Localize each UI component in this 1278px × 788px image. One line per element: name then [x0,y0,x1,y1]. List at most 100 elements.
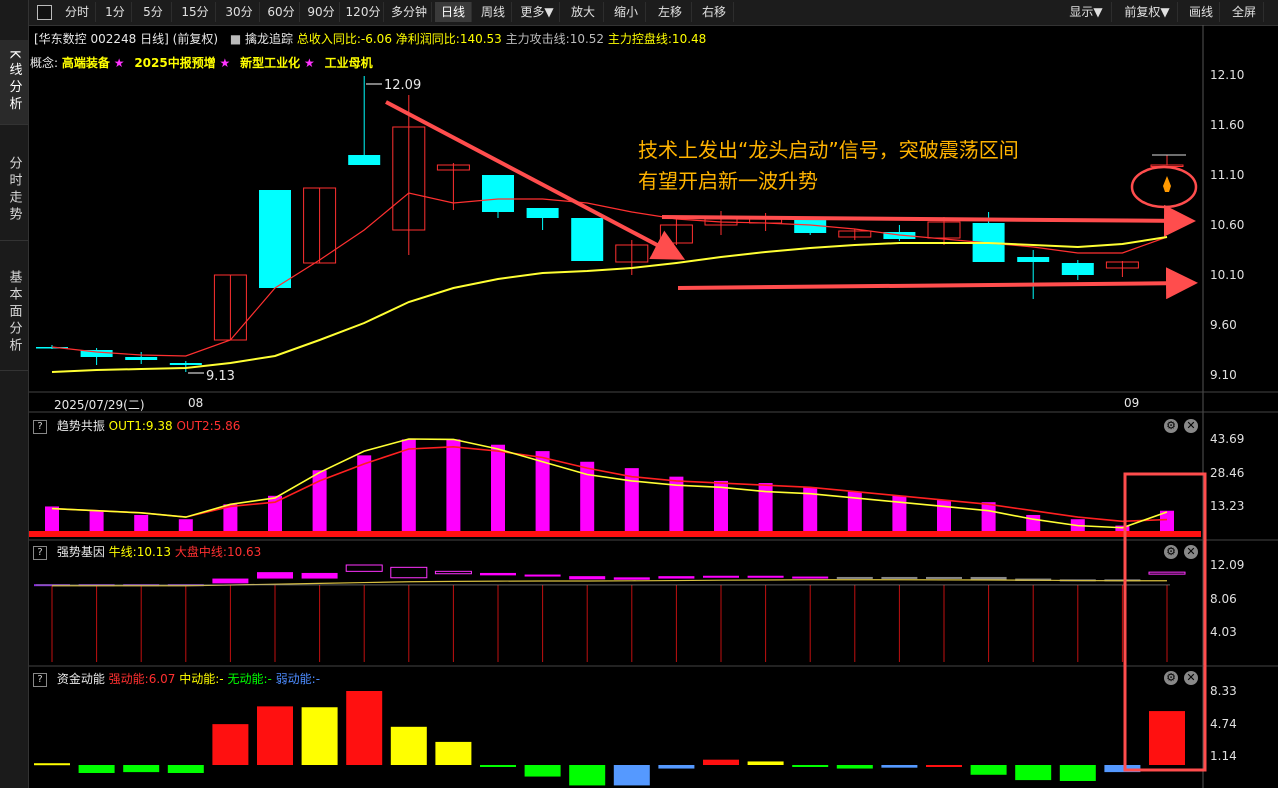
rocket-icon [1163,176,1171,192]
gene-bar [524,574,561,577]
help-icon[interactable]: ? [33,419,47,434]
gene-bar [747,575,784,578]
fund-none: 无动能:- [227,672,272,686]
gear-icon[interactable]: ⚙ [1164,419,1178,433]
candle-body [571,218,604,261]
trend-out2-line [51,446,1168,523]
gene-bar [390,566,428,579]
trend-bar [134,514,149,532]
date-month: 09 [1124,396,1140,410]
gene-bull: 牛线:10.13 [108,545,172,559]
gene-bar [836,576,873,579]
gene-bar [301,572,338,579]
fund-tick: 8.33 [1210,684,1237,698]
gene-bar [569,576,606,580]
candle-body [259,190,291,288]
trend-panel-header: ? 趋势共振 OUT1:9.38 OUT2:5.86 [29,417,1202,435]
trend-tick: 28.46 [1210,466,1245,480]
gene-bar [345,564,383,572]
trend-bar [357,455,372,532]
fund-bar [212,724,249,765]
price-tick: 12.10 [1210,68,1245,82]
fund-weak: 弱动能:- [275,672,321,686]
trend-bar [401,439,416,532]
candle-body [482,175,514,212]
trend-name: 趋势共振 [56,419,105,433]
fund-bar [747,761,784,765]
fund-bar [524,765,561,777]
help-icon[interactable]: ? [33,672,47,687]
close-icon[interactable]: ✕ [1184,545,1198,559]
trend-tick: 13.23 [1210,499,1245,513]
trend-bar [45,506,59,532]
fund-bar [123,765,160,773]
fund-tick: 4.74 [1210,717,1237,731]
candle-body [526,208,559,218]
close-icon[interactable]: ✕ [1184,671,1198,685]
trend-baseline [29,531,1201,537]
price-tick: 10.10 [1210,268,1245,282]
gear-icon[interactable]: ⚙ [1164,671,1178,685]
annotation-line-1: 技术上发出“龙头启动”信号，突破震荡区间 [638,138,1019,162]
fund-bar [390,726,427,765]
gear-icon[interactable]: ⚙ [1164,545,1178,559]
trend-bar [89,510,104,532]
gene-bar [1148,571,1186,575]
fund-mid: 中动能:- [179,672,224,686]
fund-bar [1015,765,1052,781]
price-tick: 9.60 [1210,318,1237,332]
gene-market: 大盘中线:10.63 [174,545,262,559]
candle-body [169,363,202,365]
gene-bar [658,576,695,579]
fund-name: 资金动能 [56,672,105,686]
fund-bar [703,759,739,765]
price-tick: 9.10 [1210,368,1237,382]
candle-body [125,357,158,360]
annotation-line-2: 有望开启新一波升势 [638,169,818,193]
fund-bar [881,765,918,768]
fund-bar [257,706,293,765]
fund-bar [926,765,962,767]
trend-bar [268,495,282,532]
fund-bar [301,707,338,765]
fund-strong: 强动能:6.07 [108,672,176,686]
trend-bar [981,502,996,532]
price-tick: 10.60 [1210,218,1245,232]
fund-bar [792,765,829,767]
candle-body [348,155,381,165]
gene-bar [613,577,650,580]
fund-bar [480,765,516,767]
trend-bar [178,519,193,532]
fund-bar [836,765,873,769]
high-label: 12.09 [384,78,422,93]
close-icon[interactable]: ✕ [1184,419,1198,433]
fund-panel-header: ? 资金动能 强动能:6.07 中动能:- 无动能:- 弱动能:- [29,670,1202,688]
candle-body [1017,257,1050,262]
gene-bar [792,576,829,579]
gene-bar [257,572,293,579]
gene-tick: 12.09 [1210,558,1245,572]
trend-bar [446,439,461,532]
gene-bar [881,576,918,579]
trend-bar [491,444,505,532]
gene-bar [212,578,249,584]
date-start: 2025/07/29(二) [54,398,145,412]
gene-name: 强势基因 [56,545,105,559]
fund-bar [34,763,70,766]
arrow-down [385,100,686,260]
candle-body [1061,263,1094,275]
date-month: 08 [188,396,204,410]
fund-tick: 1.14 [1210,749,1237,763]
price-tick: 11.10 [1210,168,1245,182]
gene-panel-header: ? 强势基因 牛线:10.13 大盘中线:10.63 [29,543,1202,561]
fund-bar [1149,711,1185,765]
fund-bar [569,765,606,786]
fund-bar [78,765,115,773]
help-icon[interactable]: ? [33,545,47,560]
fund-bar [346,691,383,765]
trend-bar [714,480,728,532]
trend-out2: OUT2:5.86 [176,419,241,433]
price-tick: 11.60 [1210,118,1245,132]
gene-tick: 8.06 [1210,592,1237,606]
fund-bar [970,765,1007,775]
